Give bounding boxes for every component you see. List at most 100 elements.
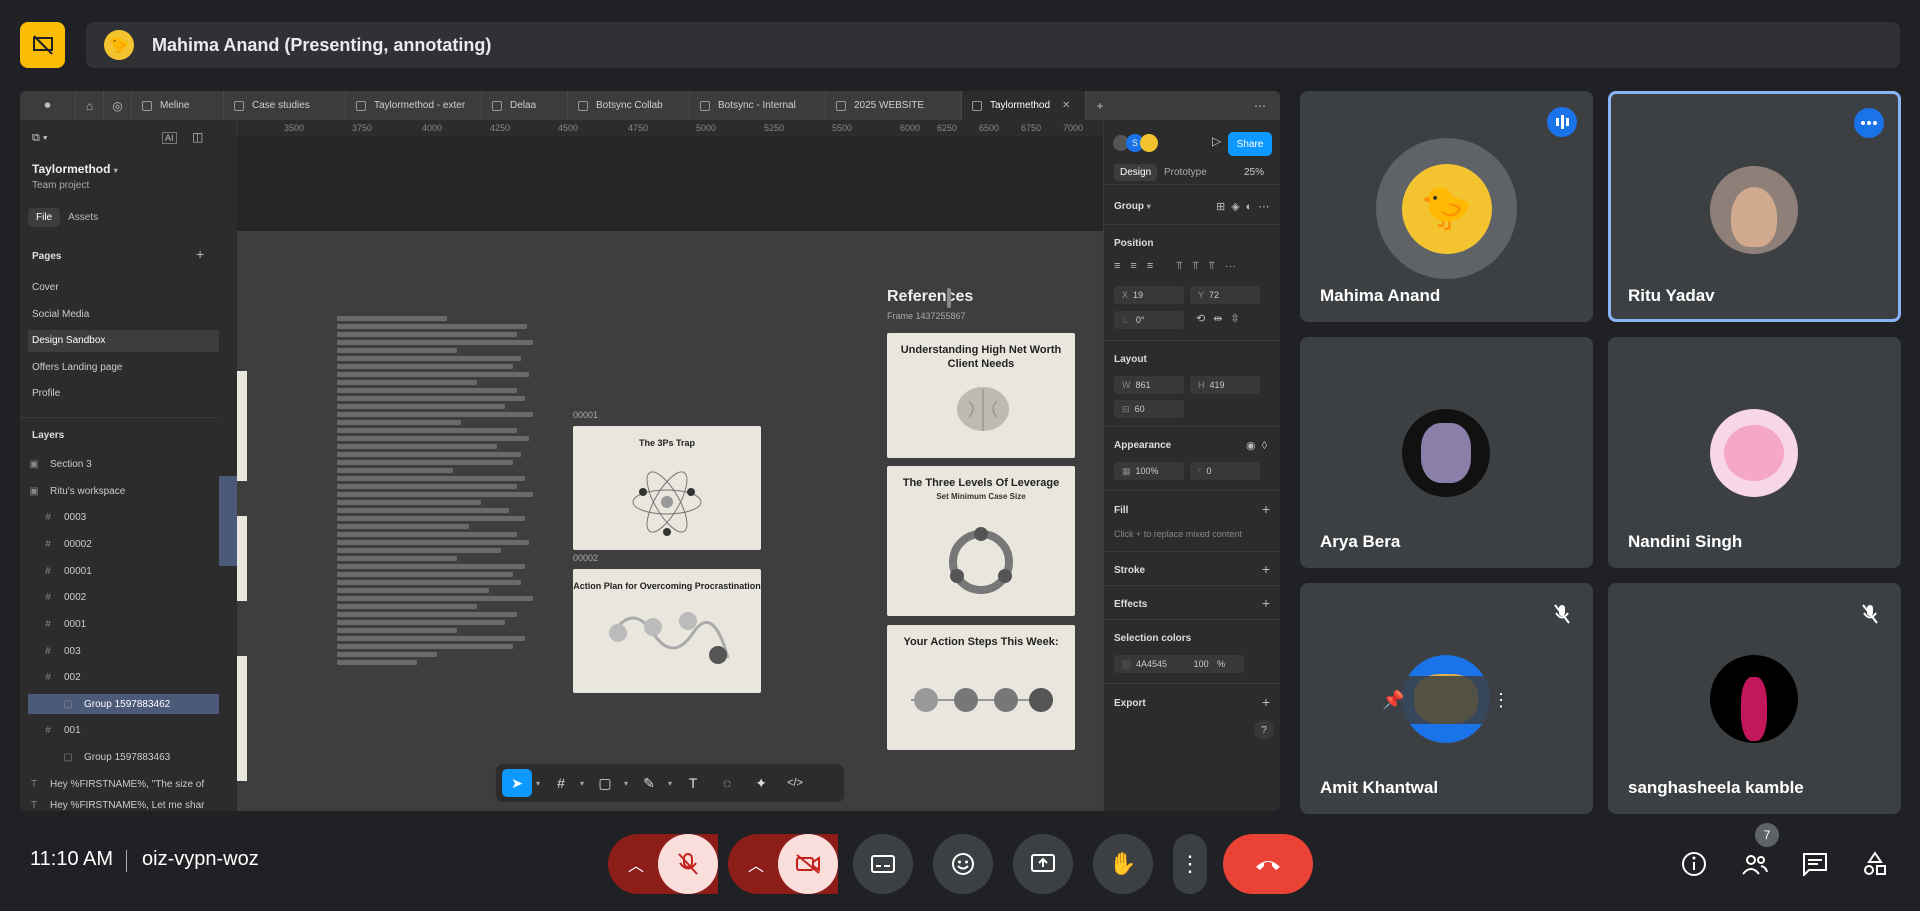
share-button[interactable]: Share (1228, 132, 1272, 156)
browser-tab[interactable]: Taylormethod - exter (346, 91, 482, 120)
layer-item[interactable]: T Hey %FIRSTNAME%, Let me shar (28, 800, 228, 811)
participant-tile[interactable]: Nandini Singh (1608, 337, 1901, 568)
frame-label[interactable]: 00002 (573, 553, 598, 563)
presentation-icon[interactable] (20, 22, 65, 68)
raise-hand-button[interactable]: ✋ (1093, 834, 1153, 894)
chevron-down-icon[interactable]: ▾ (624, 779, 628, 788)
add-fill-icon[interactable]: + (1262, 501, 1270, 517)
email-copy-text[interactable] (337, 316, 537, 706)
layer-item[interactable]: #0002 (28, 587, 228, 607)
more-icon[interactable]: ⋯ (1240, 91, 1280, 120)
panel-toggle-icon[interactable]: ◫ (192, 130, 203, 144)
tab-file[interactable]: File (28, 207, 61, 227)
align-icons[interactable]: ≡≡≡ ⫪⫪⫪⋯ (1114, 260, 1246, 273)
move-tool-icon[interactable]: ➤ (502, 769, 532, 797)
y-input[interactable]: Y 72 (1190, 286, 1260, 304)
ref-card-hnw[interactable]: Understanding High Net Worth Client Need… (887, 333, 1075, 458)
add-stroke-icon[interactable]: + (1262, 561, 1270, 577)
browser-tab[interactable]: Meline (132, 91, 224, 120)
frame-tool-icon[interactable]: # (546, 769, 576, 797)
participant-tile[interactable]: 🐤 Mahima Anand (1300, 91, 1593, 322)
meeting-details-button[interactable] (1674, 844, 1714, 884)
play-icon[interactable]: ▷ (1212, 134, 1221, 148)
page-item[interactable]: Social Media (28, 304, 228, 326)
references-title[interactable]: References (887, 288, 973, 306)
participant-tile[interactable]: Arya Bera (1300, 337, 1593, 568)
close-tab-icon[interactable]: ✕ (1062, 100, 1070, 111)
more-options-icon[interactable] (1854, 108, 1884, 138)
project-name[interactable]: Taylormethod ▾ (32, 162, 118, 176)
zoom-level[interactable]: 25% (1244, 167, 1264, 178)
width-input[interactable]: W 861 (1114, 376, 1184, 394)
ref-card-leverage[interactable]: The Three Levels Of Leverage Set Minimum… (887, 466, 1075, 616)
leave-call-button[interactable] (1223, 834, 1313, 894)
home-icon[interactable]: ⌂ (76, 91, 104, 120)
layer-item[interactable]: #001 (28, 720, 228, 740)
new-tab-icon[interactable]: + (1086, 91, 1114, 120)
dev-mode-icon[interactable]: </> (780, 769, 810, 797)
group-actions-icons[interactable]: ⊞◈◐⋯ (1216, 200, 1275, 213)
figma-menu-icon[interactable]: ⧉ ▾ (32, 132, 48, 145)
participant-tile[interactable]: sanghasheela kamble (1608, 583, 1901, 814)
layer-item[interactable]: #003 (28, 641, 228, 661)
tab-assets[interactable]: Assets (60, 208, 106, 227)
browser-tab[interactable]: Botsync Collab (568, 91, 690, 120)
x-input[interactable]: X 19 (1114, 286, 1184, 304)
browser-tab[interactable]: Case studies (224, 91, 346, 120)
browser-tab[interactable]: Botsync - Internal (690, 91, 826, 120)
present-screen-button[interactable] (1013, 834, 1073, 894)
layer-item[interactable]: T Hey %FIRSTNAME%, "The size of (28, 774, 228, 794)
participant-tile[interactable]: 📌 ⋮ Amit Khantwal (1300, 583, 1593, 814)
layer-item[interactable]: #00001 (28, 561, 228, 581)
chevron-down-icon[interactable]: ▾ (536, 779, 540, 788)
visibility-icons[interactable]: ◉◊ (1246, 439, 1273, 452)
globe-icon[interactable]: ◎ (104, 91, 132, 120)
card-3ps-trap[interactable]: The 3Ps Trap (573, 426, 761, 550)
rectangle-tool-icon[interactable]: ▢ (590, 769, 620, 797)
canvas-scrollbar[interactable] (947, 288, 951, 308)
pin-icon[interactable]: 📌 (1382, 690, 1404, 711)
pen-tool-icon[interactable]: ✎ (634, 769, 664, 797)
chat-button[interactable] (1795, 844, 1835, 884)
layer-item[interactable]: #0001 (28, 614, 228, 634)
layer-item[interactable]: #00002 (28, 534, 228, 554)
participant-tile-pinned[interactable]: Ritu Yadav (1608, 91, 1901, 322)
add-export-icon[interactable]: + (1262, 694, 1270, 710)
layer-item[interactable]: #002 (28, 667, 228, 687)
mic-toggle-button[interactable] (658, 834, 718, 894)
add-effect-icon[interactable]: + (1262, 595, 1270, 611)
layer-item[interactable]: #0003 (28, 507, 228, 527)
tab-design[interactable]: Design (1114, 164, 1158, 181)
tab-prototype[interactable]: Prototype (1164, 167, 1207, 178)
actions-tool-icon[interactable]: ✦ (746, 769, 776, 797)
ai-icon[interactable]: AI (162, 132, 177, 144)
selection-type[interactable]: Group ▾ (1114, 201, 1151, 212)
ref-card-action-steps[interactable]: Your Action Steps This Week: (887, 625, 1075, 750)
figma-canvas[interactable]: 00001 The 3Ps Trap 00002 Action Plan for… (237, 136, 1103, 811)
add-page-icon[interactable]: + (196, 246, 204, 262)
chevron-down-icon[interactable]: ▾ (668, 779, 672, 788)
more-vert-icon[interactable]: ⋮ (1492, 690, 1510, 711)
activities-button[interactable] (1855, 844, 1895, 884)
people-button[interactable] (1735, 844, 1775, 884)
height-input[interactable]: H 419 (1190, 376, 1260, 394)
radius-input[interactable]: ◜ 0 (1190, 462, 1260, 480)
browser-tab-active[interactable]: Taylormethod ✕ (962, 91, 1086, 120)
flip-icons[interactable]: ⟲⇹⇳ (1196, 312, 1248, 325)
selection-color-input[interactable]: 4A4545 100 % (1114, 655, 1244, 673)
browser-tab[interactable]: 2025 WEBSITE (826, 91, 962, 120)
camera-toggle-button[interactable] (778, 834, 838, 894)
browser-tab[interactable]: Delaa (482, 91, 568, 120)
reactions-button[interactable] (933, 834, 993, 894)
collaborator-avatars[interactable]: S (1112, 134, 1158, 152)
help-button[interactable]: ? (1254, 720, 1274, 740)
browser-toggle-icon[interactable]: ⏺ (20, 91, 76, 120)
layer-item[interactable]: ▣ Section 3 (28, 454, 228, 474)
page-item-active[interactable]: Design Sandbox (28, 330, 228, 352)
comment-tool-icon[interactable]: ◌ (712, 769, 742, 797)
page-item[interactable]: Cover (28, 277, 228, 299)
captions-button[interactable] (853, 834, 913, 894)
page-item[interactable]: Offers Landing page (28, 357, 228, 379)
chevron-down-icon[interactable]: ▾ (580, 779, 584, 788)
layer-item[interactable]: ▣ Ritu's workspace (28, 481, 228, 501)
